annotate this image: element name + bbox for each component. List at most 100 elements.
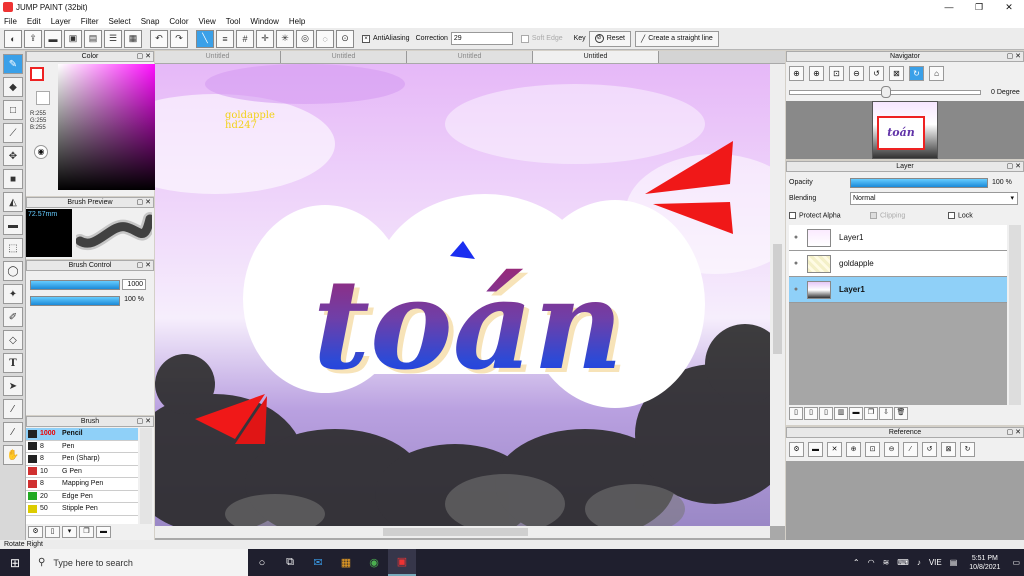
operation-tool-icon[interactable]: ➤ [3,376,23,396]
duplicate-layer-icon[interactable]: ❐ [864,407,878,420]
brush-item-g-pen[interactable]: 10 G Pen [26,466,138,478]
magic-wand-tool-icon[interactable]: ✦ [3,284,23,304]
text-tool-icon[interactable]: T [3,353,23,373]
select-rect-tool-icon[interactable]: ⬚ [3,238,23,258]
menu-tool[interactable]: Tool [226,17,241,26]
navigator-view-rect[interactable]: toán [877,116,925,150]
snap-radial-icon[interactable]: ✳ [276,29,294,48]
layer-list-scrollbar[interactable] [1009,225,1021,405]
vertical-scroll-thumb[interactable] [773,244,782,354]
rotation-slider-knob[interactable] [881,86,891,98]
open-icon[interactable]: ⇪ [24,29,42,48]
menu-color[interactable]: Color [169,17,188,26]
doc-tab-2[interactable]: Untitled [281,51,407,63]
wifi-icon[interactable]: ≋ [883,558,890,567]
task-view-icon[interactable]: ⧉ [276,549,304,576]
menu-edit[interactable]: Edit [27,17,41,26]
reference-zoom-in-icon[interactable]: ⊕ [846,442,861,457]
brush-list-scrollbar[interactable] [140,428,152,524]
soft-edge-checkbox[interactable] [520,34,529,43]
menu-select[interactable]: Select [108,17,130,26]
new-icon[interactable]: ◐ [4,29,22,48]
saturation-value-field[interactable] [58,64,161,190]
minimize-button[interactable]: — [934,0,964,14]
menu-layer[interactable]: Layer [51,17,71,26]
new-brush-icon[interactable]: ▯ [45,526,60,538]
eraser-tool-icon[interactable]: ◆ [3,77,23,97]
merge-layer-icon[interactable]: ⇩ [879,407,893,420]
layer-row-selected[interactable]: ● Layer1 [789,277,1007,303]
brush-size-value[interactable]: 1000 [122,279,146,290]
brush-item-pen[interactable]: 8 Pen [26,441,138,453]
brush-opacity-slider[interactable] [30,296,120,306]
snap-circle-icon[interactable]: ◎ [296,29,314,48]
browser-icon[interactable]: ◉ [360,549,388,576]
color-picker-icon[interactable]: ◉ [34,145,48,159]
snap-grid-icon[interactable]: # [236,29,254,48]
canvas-horizontal-scrollbar[interactable] [155,526,770,538]
visibility-icon[interactable]: ● [789,260,803,267]
doc-tab-3[interactable]: Untitled [407,51,533,63]
panel-close-icon[interactable]: ▢ ✕ [137,198,151,208]
antialiasing-checkbox[interactable]: × [362,34,370,43]
panel-close-icon[interactable]: ▢ ✕ [1007,162,1021,172]
reference-rotate-right-icon[interactable]: ↻ [960,442,975,457]
snap-settings-icon[interactable]: ⊙ [336,29,354,48]
brush-settings-icon[interactable]: ⚙ [28,526,43,538]
correction-input[interactable]: 29 [450,32,513,45]
canvas-vertical-scrollbar[interactable] [770,64,785,526]
brush-size-slider[interactable] [30,280,120,290]
zoom-in-icon[interactable]: ⊕ [809,66,824,81]
menu-file[interactable]: File [4,17,17,26]
windows-start-icon[interactable]: ⊞ [0,549,30,576]
horizontal-scroll-thumb[interactable] [383,528,528,536]
panel-close-icon[interactable]: ▢ ✕ [137,261,151,271]
snap-curve-icon[interactable]: ◌ [316,29,334,48]
comment-icon[interactable]: ▬ [44,29,62,48]
reference-settings-icon[interactable]: ⚙ [789,442,804,457]
rotate-left-icon[interactable]: ↺ [869,66,884,81]
menu-filter[interactable]: Filter [81,17,99,26]
clipping-checkbox[interactable] [870,212,877,219]
reference-view[interactable] [786,461,1024,540]
reference-close-icon[interactable]: ✕ [827,442,842,457]
reference-open-icon[interactable]: ▬ [808,442,823,457]
close-button[interactable]: ✕ [994,0,1024,14]
zoom-fit-icon[interactable]: ⊕ [789,66,804,81]
list-icon[interactable]: ☰ [104,29,122,48]
snap-parallel-icon[interactable]: ≡ [216,29,234,48]
layer-opacity-slider[interactable] [850,178,988,188]
reset-view-icon[interactable]: ⌂ [929,66,944,81]
network-icon[interactable]: ◠ [868,558,875,567]
reference-flip-icon[interactable]: ⊠ [941,442,956,457]
new-layer-8bit-icon[interactable]: ▯ [804,407,818,420]
menu-window[interactable]: Window [250,17,278,26]
new-layer-icon[interactable]: ▯ [789,407,803,420]
panel-close-icon[interactable]: ▢ ✕ [137,52,151,62]
new-folder-icon[interactable]: ▬ [849,407,863,420]
mail-icon[interactable]: ✉ [304,549,332,576]
tray-chevron-icon[interactable]: ⌃ [853,558,860,567]
navigator-thumbnail[interactable]: toán [872,101,938,159]
brush-folder-icon[interactable]: ▬ [96,526,111,538]
visibility-icon[interactable]: ● [789,286,803,293]
visibility-icon[interactable]: ● [789,234,803,241]
brush-item-edge-pen[interactable]: 20 Edge Pen [26,491,138,503]
grid-icon[interactable]: ▦ [124,29,142,48]
background-swatch[interactable] [36,91,50,105]
ime-icon[interactable]: ⌨ [897,558,909,567]
new-halftone-layer-icon[interactable]: ▥ [834,407,848,420]
protect-alpha-option[interactable]: Protect Alpha [789,212,841,219]
taskbar-search[interactable]: ⚲ Type here to search [30,549,248,576]
layer-row[interactable]: ● goldapple [789,251,1007,277]
maximize-button[interactable]: ❐ [964,0,994,14]
reference-zoom-out-icon[interactable]: ⊖ [884,442,899,457]
select-eraser-tool-icon[interactable]: ◇ [3,330,23,350]
protect-alpha-checkbox[interactable] [789,212,796,219]
select-pen-tool-icon[interactable]: ✐ [3,307,23,327]
lock-option[interactable]: Lock [948,212,973,219]
delete-layer-icon[interactable]: 🗑 [894,407,908,420]
brush-item-mapping-pen[interactable]: 8 Mapping Pen [26,478,138,491]
hand-tool-icon[interactable]: ✋ [3,445,23,465]
zoom-out-icon[interactable]: ⊖ [849,66,864,81]
